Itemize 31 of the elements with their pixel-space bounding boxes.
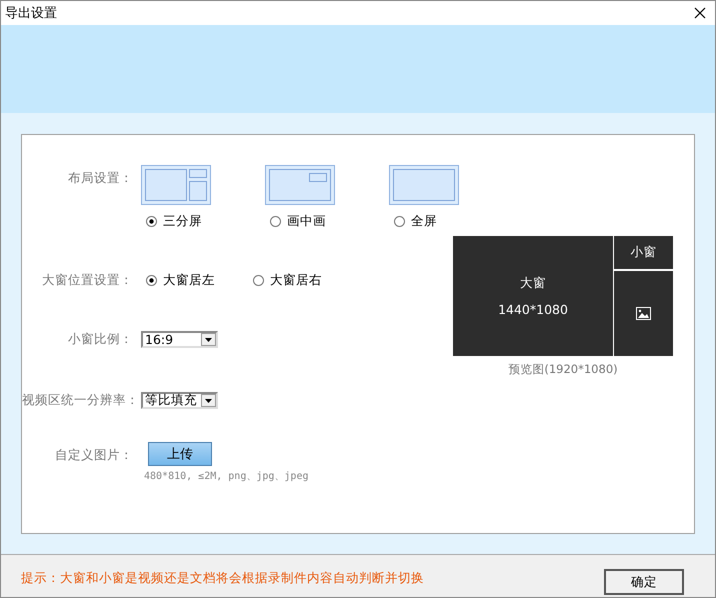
field-label: 视频区统一分辨率： [22,392,133,409]
image-icon [636,307,651,320]
layout-thumbnail[interactable] [265,165,335,205]
layout-thumbnail[interactable] [389,165,459,205]
window-title: 导出设置 [5,5,57,22]
layout-radio[interactable]: 三分屏 [146,213,202,230]
field-label: 布局设置： [67,170,133,187]
position-radio[interactable]: 大窗居右 [253,272,322,289]
big-window-label: 大窗 [520,275,546,292]
close-icon[interactable] [694,7,706,19]
upload-hint: 480*810, ≤2M, png、jpg、jpeg [144,470,308,483]
radio-button[interactable] [394,216,405,227]
field-label: 自定义图片： [54,447,133,464]
radio-button[interactable] [146,275,157,286]
small-window-label: 小窗 [630,244,656,261]
field-label: 大窗位置设置： [41,272,133,289]
hint-text: 提示：大窗和小窗是视频还是文档将会根据录制件内容自动判断并切换 [21,570,424,586]
layout-thumbnail[interactable] [141,165,211,205]
big-window-size: 1440*1080 [498,302,568,317]
radio-button[interactable] [270,216,281,227]
position-radio[interactable]: 大窗居左 [146,272,215,289]
radio-button[interactable] [253,275,264,286]
ok-button[interactable]: 确定 [604,569,684,595]
ratio-dropdown[interactable]: 16:9 [141,331,218,348]
radio-button[interactable] [146,216,157,227]
resolution-dropdown[interactable]: 等比填充 [141,392,218,409]
layout-radio[interactable]: 画中画 [270,213,326,230]
layout-radio[interactable]: 全屏 [394,213,437,230]
preview-caption: 预览图(1920*1080) [508,362,618,377]
field-label: 小窗比例： [67,331,133,348]
upload-button[interactable]: 上传 [148,442,212,466]
